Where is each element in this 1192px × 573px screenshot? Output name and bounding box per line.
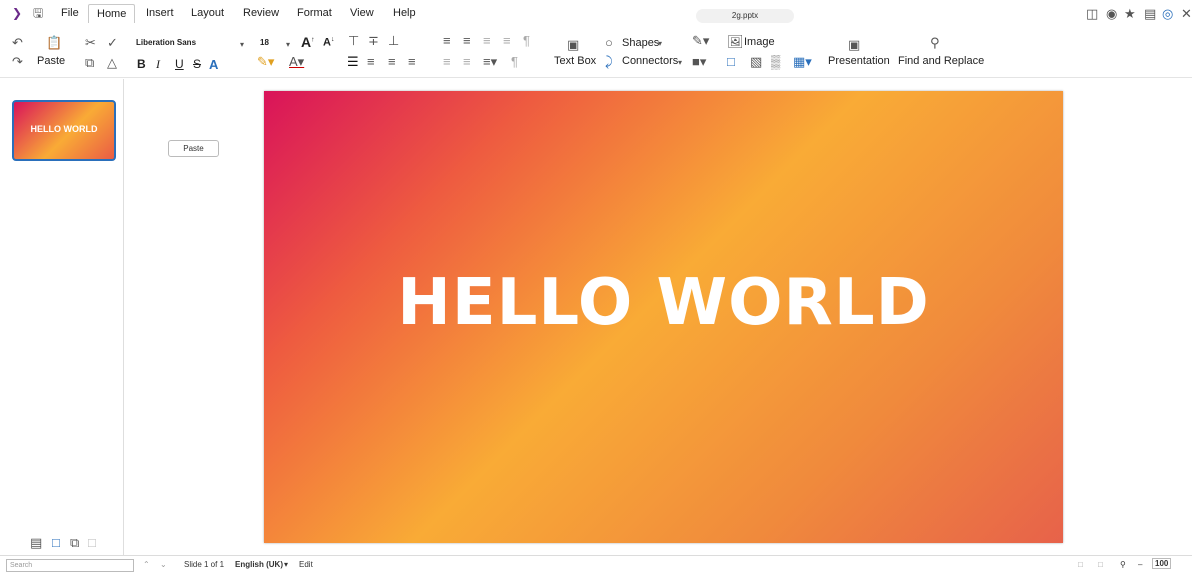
previous-slide-icon[interactable]: ⌃ [143,560,150,569]
document-title[interactable]: 2g.pptx [696,9,794,23]
menu-file[interactable]: File [61,7,79,19]
presentation-button[interactable]: Presentation [828,55,890,67]
text-box-icon[interactable]: ▣ [567,38,579,51]
slide-thumbnail-title: HELLO WORLD [30,124,98,134]
image-icon[interactable]: 🖼 [727,35,744,48]
font-name-dropdown-icon[interactable]: ▾ [240,38,244,51]
undo-icon[interactable]: ↶ [12,36,23,49]
shapes-dropdown-icon[interactable]: ▾ [658,37,662,50]
underline-button[interactable]: U [175,57,184,71]
shapes-button[interactable]: Shapes [622,37,659,49]
grow-font-button[interactable]: A↑ [301,34,315,50]
numbered-list-icon[interactable]: ≡ [463,34,471,47]
align-center-vertical-icon[interactable]: ∓ [368,34,379,47]
toolbar: ↶ ↷ 📋 Paste ✂ ✓ ⧉ △ Liberation Sans ▾ 18… [0,28,1192,78]
accessibility-icon[interactable]: ◉ [1106,7,1117,20]
menu-home[interactable]: Home [88,4,136,23]
next-slide-icon[interactable]: ⌄ [160,560,167,569]
slide-info: Slide 1 of 1 [184,560,225,569]
decrease-indent-icon[interactable]: ≡ [503,34,511,47]
slide-thumbnail[interactable]: HELLO WORLD [12,100,116,161]
font-size-select[interactable]: 18 [260,38,269,47]
slide-title[interactable]: HELLO WORLD [264,266,1063,340]
copy-slide-icon[interactable]: ⧉ [70,536,79,549]
star-icon[interactable]: ★ [1124,7,1136,20]
comments-icon[interactable]: ▤ [1144,7,1156,20]
delete-slide-icon[interactable]: □ [88,536,96,549]
slide[interactable]: HELLO WORLD [264,91,1063,543]
language-dropdown-icon[interactable]: ▾ [284,560,288,569]
zoom-level[interactable]: 100 [1152,558,1172,569]
paste-popup-button[interactable]: Paste [168,140,219,157]
notes-view-icon[interactable]: □ [1098,560,1103,569]
align-center-icon[interactable]: ≡ [367,55,375,68]
highlight-color-icon[interactable]: ✎▾ [257,55,274,68]
menu-help[interactable]: Help [393,7,416,19]
clear-formatting-icon[interactable]: △ [107,56,117,69]
zoom-out-icon[interactable]: ⚲ [1120,560,1126,569]
connectors-button[interactable]: Connectors [622,55,678,67]
sidebar-toggle-icon[interactable]: ◫ [1086,7,1098,20]
menu-format[interactable]: Format [297,7,332,19]
align-right-icon[interactable]: ≡ [388,55,396,68]
edit-mode: Edit [299,560,313,569]
fill-color-icon[interactable]: ■▾ [692,55,706,68]
clone-formatting-icon[interactable]: ✓ [107,36,118,49]
bullet-list-icon[interactable]: ≡ [443,34,451,47]
compass-icon[interactable]: ◎ [1162,7,1173,20]
strikethrough-button[interactable]: S [193,57,201,71]
insert-slide-icon[interactable]: □ [727,55,735,68]
redo-icon[interactable]: ↷ [12,55,23,68]
italic-button[interactable]: I [156,57,160,72]
copy-icon[interactable]: ⧉ [85,56,94,69]
align-left-icon[interactable]: ☰ [347,55,359,68]
font-size-dropdown-icon[interactable]: ▾ [286,38,290,51]
shrink-font-button[interactable]: A↓ [323,36,334,49]
font-name-select[interactable]: Liberation Sans [136,38,196,47]
justify-icon[interactable]: ≡ [408,55,416,68]
save-icon[interactable]: 🖫 [33,7,43,20]
increase-indent-icon[interactable]: ≡ [483,34,491,47]
menu-layout[interactable]: Layout [191,7,224,19]
paste-icon[interactable]: 📋 [46,36,62,49]
app-logo-icon[interactable]: ❯ [12,7,22,20]
shadow-button[interactable]: A [209,57,218,72]
connectors-dropdown-icon[interactable]: ▾ [678,56,682,69]
align-top-icon[interactable]: ⊤ [348,34,359,47]
menu-insert[interactable]: Insert [146,7,174,19]
language-select[interactable]: English (UK) [235,560,283,569]
close-icon[interactable]: ✕ [1181,7,1192,20]
search-input[interactable]: Search [6,559,134,572]
menu-review[interactable]: Review [243,7,279,19]
paragraph-direction-icon[interactable]: ¶ [511,55,518,68]
chart-icon[interactable]: ▒ [771,55,780,68]
paragraph-spacing-above-icon[interactable]: ≡ [443,55,451,68]
cut-icon[interactable]: ✂ [85,36,96,49]
menu-view[interactable]: View [350,7,374,19]
bold-button[interactable]: B [137,57,146,71]
formatting-marks-icon[interactable]: ¶ [523,34,530,47]
align-bottom-icon[interactable]: ⊥ [388,34,399,47]
table-icon[interactable]: ▦▾ [793,55,812,68]
menubar: ❯ 🖫 File Home Insert Layout Review Forma… [0,0,1192,28]
new-slide-icon[interactable]: ▤ [30,536,42,549]
line-color-icon[interactable]: ✎▾ [692,34,709,47]
paste-button[interactable]: Paste [37,55,65,67]
zoom-minus-icon[interactable]: – [1138,560,1142,569]
line-spacing-icon[interactable]: ≡▾ [483,55,497,68]
image-button[interactable]: Image [744,36,775,48]
text-box-button[interactable]: Text Box [554,55,596,67]
standard-view-icon[interactable]: □ [1078,560,1083,569]
statusbar: Search ⌃ ⌄ Slide 1 of 1 English (UK) ▾ E… [0,555,1192,573]
presentation-icon[interactable]: ▣ [848,38,860,51]
connectors-icon[interactable]: ⤸ [605,55,613,68]
duplicate-slide-icon[interactable]: ▧ [750,55,762,68]
font-color-icon[interactable]: A▾ [289,55,304,68]
paragraph-spacing-below-icon[interactable]: ≡ [463,55,471,68]
find-replace-icon[interactable]: ⚲ [930,36,940,49]
duplicate-slide-sidebar-icon[interactable]: □ [52,536,60,549]
shapes-icon[interactable]: ○ [605,36,613,49]
find-replace-button[interactable]: Find and Replace [898,55,984,67]
